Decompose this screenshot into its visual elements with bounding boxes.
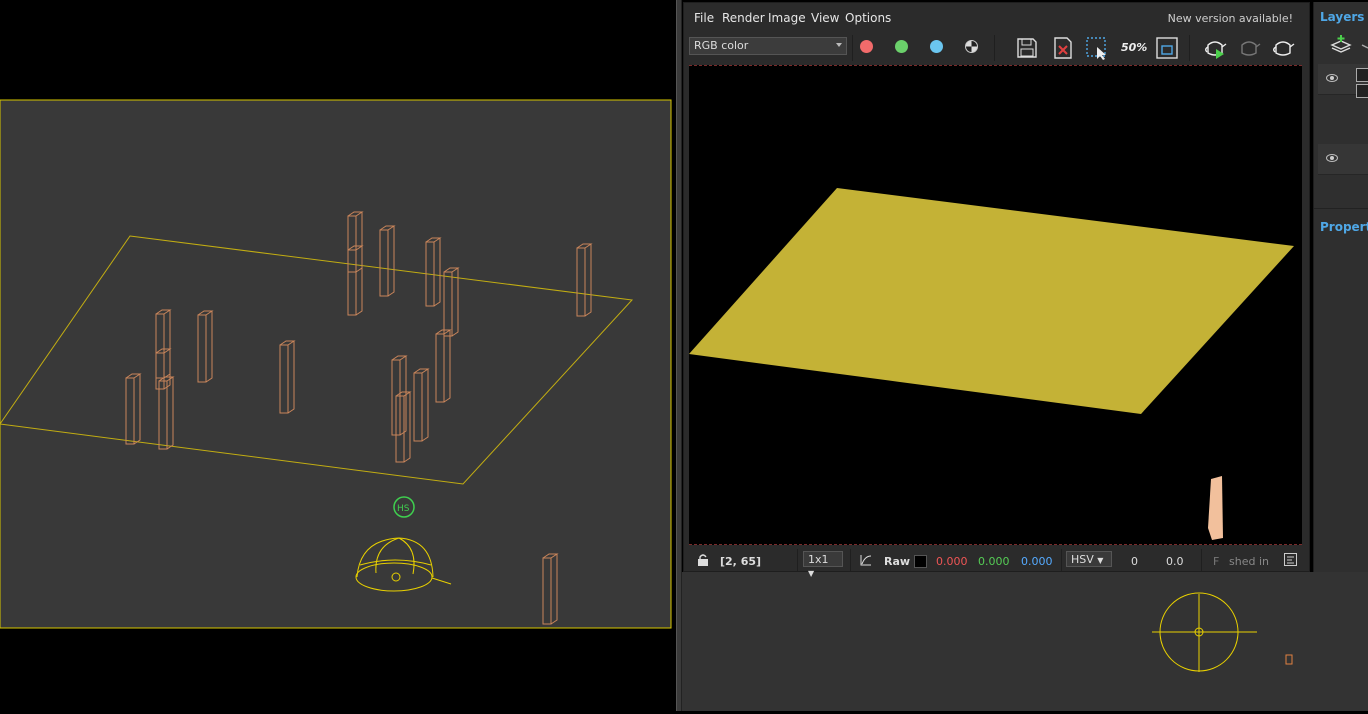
viewport-secondary-scene xyxy=(1152,592,1293,672)
green-channel-icon[interactable] xyxy=(895,40,908,53)
layer-row[interactable] xyxy=(1318,144,1368,175)
finished-prefix: F xyxy=(1213,555,1220,568)
frame-icon[interactable] xyxy=(1154,35,1180,61)
panel-divider xyxy=(1314,208,1368,209)
render-teapot-icon[interactable] xyxy=(1202,35,1228,61)
blue-value: 0.000 xyxy=(1021,555,1053,568)
pixel-coords: [2, 65] xyxy=(720,555,762,568)
toolbar-separator xyxy=(994,35,995,61)
color-mode-select[interactable]: HSV ▼ xyxy=(1066,551,1112,567)
vfb-toolbar: RGB color 50% xyxy=(684,31,1309,65)
layer-info-icon xyxy=(1356,68,1368,82)
rendered-ground-plane xyxy=(689,188,1294,414)
menu-bar: File Render Image View Options New versi… xyxy=(684,5,1309,29)
layer-row[interactable] xyxy=(1318,64,1368,98)
render-frame xyxy=(0,99,672,629)
color-mode-value: HSV xyxy=(1071,553,1094,566)
status-bar: [2, 65] 1x1 ▼ Raw 0.000 0.000 0.000 HSV … xyxy=(684,547,1309,578)
menu-render[interactable]: Render xyxy=(722,11,765,25)
save-image-icon[interactable] xyxy=(1014,35,1040,61)
eye-icon[interactable] xyxy=(1326,154,1338,162)
toolbar-separator xyxy=(1189,35,1190,61)
region-render-icon[interactable] xyxy=(1084,35,1110,61)
blue-channel-icon[interactable] xyxy=(930,40,943,53)
properties-title: Properti xyxy=(1320,220,1368,234)
svg-text:HS: HS xyxy=(397,504,410,514)
viewport-scene[interactable]: HS xyxy=(0,0,676,711)
saturation-value: 0.0 xyxy=(1166,555,1184,568)
ratio-value: 1x1 xyxy=(808,553,829,566)
curve-icon[interactable] xyxy=(859,553,873,567)
curves-icon xyxy=(1356,84,1368,98)
viewport-secondary[interactable] xyxy=(682,572,1368,711)
menu-options[interactable]: Options xyxy=(845,11,891,25)
finished-label: shed in xyxy=(1229,555,1269,568)
red-value: 0.000 xyxy=(936,555,968,568)
viewport-perspective[interactable]: HS xyxy=(0,0,676,711)
channel-select[interactable]: RGB color xyxy=(689,37,847,55)
interactive-teapot-icon[interactable] xyxy=(1270,35,1296,61)
raw-label: Raw xyxy=(884,555,911,568)
pixel-color-swatch xyxy=(914,555,927,568)
chevron-down-icon xyxy=(836,43,842,47)
render-image[interactable] xyxy=(689,65,1302,545)
status-separator xyxy=(1061,549,1062,571)
menu-file[interactable]: File xyxy=(694,11,714,25)
frame-buffer-window[interactable]: File Render Image View Options New versi… xyxy=(683,2,1310,578)
alpha-channel-icon[interactable] xyxy=(965,40,978,53)
menu-view[interactable]: View xyxy=(811,11,839,25)
status-separator xyxy=(850,549,851,571)
eye-icon[interactable] xyxy=(1326,74,1338,82)
layer-option-icon[interactable] xyxy=(1360,34,1368,56)
toolbar-separator xyxy=(852,35,853,61)
new-version-link[interactable]: New version available! xyxy=(1168,12,1293,25)
green-value: 0.000 xyxy=(978,555,1010,568)
rendered-pillar xyxy=(1208,476,1223,540)
hue-value: 0 xyxy=(1131,555,1138,568)
clear-image-icon[interactable] xyxy=(1050,35,1076,61)
rendered-scene xyxy=(689,188,1294,540)
zoom-50-button[interactable]: 50% xyxy=(1121,35,1147,61)
layers-panel: Layers Properti xyxy=(1313,2,1368,572)
ratio-select[interactable]: 1x1 ▼ xyxy=(803,551,843,578)
channel-select-value: RGB color xyxy=(694,39,749,52)
stop-teapot-icon[interactable] xyxy=(1236,35,1262,61)
menu-image[interactable]: Image xyxy=(768,11,806,25)
status-separator xyxy=(1201,549,1202,571)
layers-title: Layers xyxy=(1320,10,1365,24)
status-separator xyxy=(797,549,798,571)
add-layer-icon[interactable] xyxy=(1330,34,1352,56)
lock-icon[interactable] xyxy=(696,553,710,567)
history-icon[interactable] xyxy=(1284,553,1297,566)
red-channel-icon[interactable] xyxy=(860,40,873,53)
